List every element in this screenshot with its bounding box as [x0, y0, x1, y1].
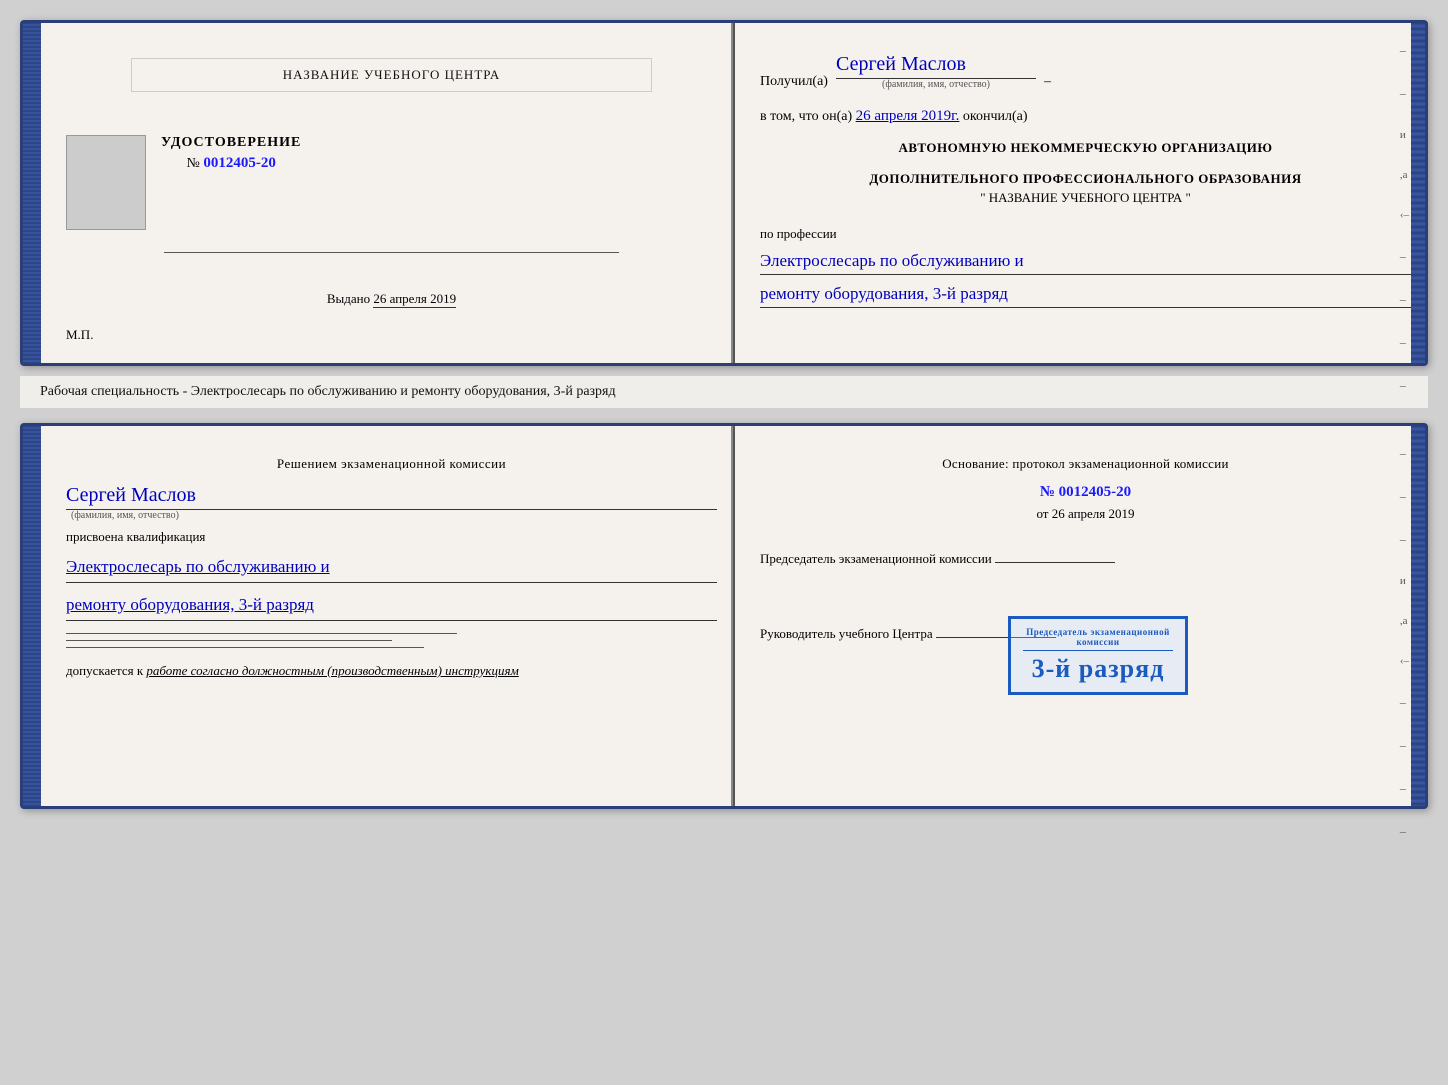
lower-left-page: Решением экзаменационной комиссии Сергей… — [41, 426, 733, 806]
lower-fio-small: (фамилия, имя, отчество) — [71, 510, 717, 521]
upper-right-page: Получил(а) Сергей Маслов (фамилия, имя, … — [735, 23, 1425, 363]
dopuskaetsya-text: работе согласно должностным (производств… — [146, 663, 518, 678]
udostoverenie-label: УДОСТОВЕРЕНИЕ — [161, 135, 301, 151]
fio-small-label: (фамилия, имя, отчество) — [836, 79, 1036, 90]
vtom-line: в том, что он(а) 26 апреля 2019г. окончи… — [760, 108, 1411, 125]
spine-left — [23, 23, 41, 363]
udostoverenie-section: УДОСТОВЕРЕНИЕ № 0012405-20 — [161, 135, 301, 172]
lower-spine-right — [1411, 426, 1425, 806]
protocol-number: № 0012405-20 — [760, 484, 1411, 501]
lower-right-dashes: – – – и ,а ‹– – – – – — [1400, 446, 1409, 839]
dash-separator: – — [1044, 74, 1051, 90]
stamp: Председатель экзаменационной комиссии 3-… — [1008, 616, 1188, 695]
qualification-line2: ремонту оборудования, 3-й разряд — [66, 591, 717, 621]
upper-left-title: НАЗВАНИЕ УЧЕБНОГО ЦЕНТРА — [283, 67, 500, 82]
chairman-label: Председатель экзаменационной комиссии — [760, 551, 992, 566]
page-container: НАЗВАНИЕ УЧЕБНОГО ЦЕНТРА УДОСТОВЕРЕНИЕ №… — [20, 20, 1428, 809]
mp-label: М.П. — [66, 327, 93, 343]
lower-qualification: Электрослесарь по обслуживанию и ремонту… — [66, 553, 717, 621]
org-line2: ДОПОЛНИТЕЛЬНОГО ПРОФЕССИОНАЛЬНОГО ОБРАЗО… — [760, 171, 1411, 187]
cert-number: 0012405-20 — [203, 155, 276, 171]
lower-person-name: Сергей Маслов (фамилия, имя, отчество) — [66, 484, 717, 521]
po-professii-label: по профессии — [760, 226, 1411, 242]
org-quote: " НАЗВАНИЕ УЧЕБНОГО ЦЕНТРА " — [760, 190, 1411, 206]
upper-left-page: НАЗВАНИЕ УЧЕБНОГО ЦЕНТРА УДОСТОВЕРЕНИЕ №… — [41, 23, 733, 363]
profession-line1: Электрослесарь по обслуживанию и — [760, 247, 1411, 275]
vydano-date: 26 апреля 2019 — [373, 291, 456, 308]
vydano-label: Выдано — [327, 291, 370, 306]
upper-certificate: НАЗВАНИЕ УЧЕБНОГО ЦЕНТРА УДОСТОВЕРЕНИЕ №… — [20, 20, 1428, 366]
chairman-text: Председатель экзаменационной комиссии — [760, 542, 1411, 567]
lower-person-name-hw: Сергей Маслов — [66, 484, 717, 510]
stamp-container: Председатель экзаменационной комиссии 3-… — [1008, 616, 1188, 706]
vtom-label: в том, что он(а) — [760, 109, 852, 124]
dopuskaetsya-section: допускается к работе согласно должностны… — [66, 663, 717, 679]
lower-right-page: Основание: протокол экзаменационной коми… — [735, 426, 1425, 806]
description-line: Рабочая специальность - Электрослесарь п… — [20, 376, 1428, 408]
lower-spine-left — [23, 426, 41, 806]
lower-certificate: Решением экзаменационной комиссии Сергей… — [20, 423, 1428, 809]
qualification-line1: Электрослесарь по обслуживанию и — [66, 553, 717, 583]
resheniem-text: Решением экзаменационной комиссии — [66, 456, 717, 472]
ot-date: 26 апреля 2019 — [1052, 506, 1135, 521]
number-prefix: № — [187, 156, 200, 171]
cert-title-box: НАЗВАНИЕ УЧЕБНОГО ЦЕНТРА — [131, 58, 652, 92]
prisvoena-text: присвоена квалификация — [66, 529, 717, 545]
description-text: Рабочая специальность - Электрослесарь п… — [40, 384, 616, 399]
rukov-label: Руководитель учебного Центра — [760, 626, 933, 641]
org-line1: АВТОНОМНУЮ НЕКОММЕРЧЕСКУЮ ОРГАНИЗАЦИЮ — [760, 140, 1411, 156]
photo-placeholder — [66, 135, 146, 230]
ot-date-line: от 26 апреля 2019 — [760, 506, 1411, 522]
poluchil-label: Получил(а) — [760, 74, 828, 90]
vydano-line: Выдано 26 апреля 2019 — [66, 291, 717, 307]
okončil-label: окончил(а) — [963, 109, 1028, 124]
vtom-date: 26 апреля 2019г. — [856, 108, 960, 124]
right-dashes: – – и ,а ‹– – – – – — [1400, 43, 1409, 393]
spine-right — [1411, 23, 1425, 363]
poluchil-line: Получил(а) Сергей Маслов (фамилия, имя, … — [760, 53, 1411, 90]
dopuskaetsya-label: допускается к — [66, 663, 143, 678]
ot-label: от — [1036, 506, 1048, 521]
poluchil-name: Сергей Маслов — [836, 53, 1036, 79]
profession-line2: ремонту оборудования, 3-й разряд — [760, 280, 1411, 308]
protocol-prefix: № — [1040, 484, 1055, 500]
protocol-num: 0012405-20 — [1059, 484, 1132, 500]
osnovanie-text: Основание: протокол экзаменационной коми… — [760, 456, 1411, 472]
